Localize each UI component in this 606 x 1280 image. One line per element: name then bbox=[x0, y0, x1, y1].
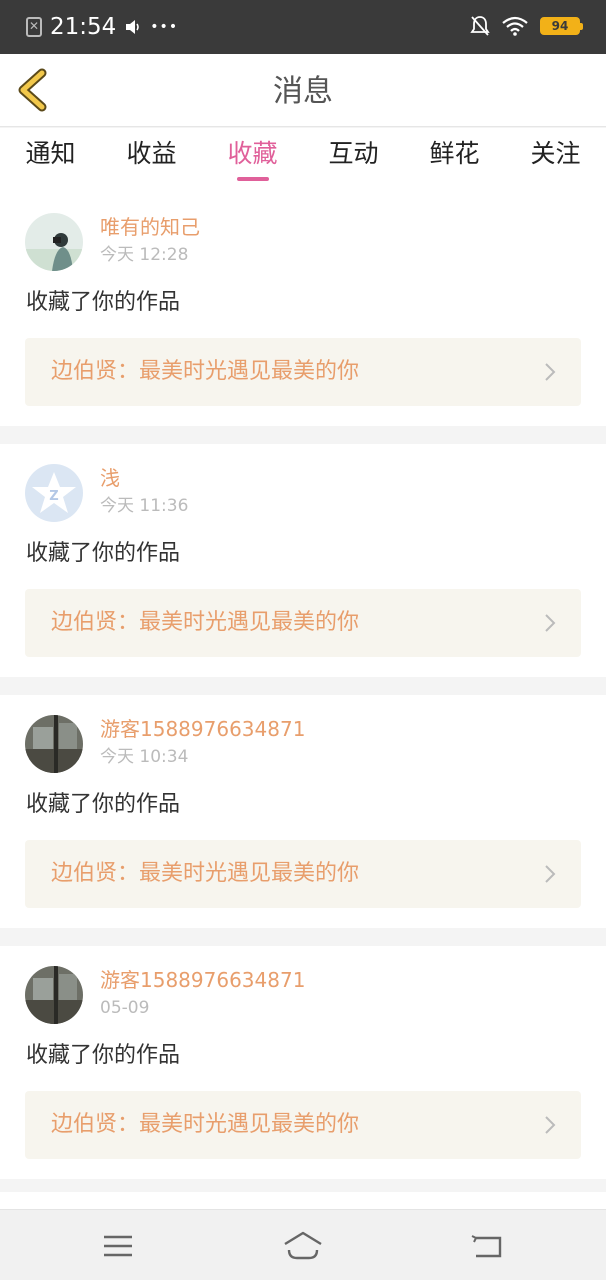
chevron-right-icon bbox=[545, 1116, 556, 1134]
message-item: 游客1588976634871 今天 10:34 收藏了你的作品 边伯贤：最美时… bbox=[0, 695, 606, 928]
photo-building-icon[interactable] bbox=[25, 715, 83, 773]
photo-building-icon[interactable] bbox=[25, 966, 83, 1024]
status-more: ••• bbox=[150, 19, 179, 35]
username[interactable]: 浅 bbox=[100, 466, 120, 490]
tab-favorites[interactable]: 收藏 bbox=[202, 128, 303, 193]
work-title: 边伯贤：最美时光遇见最美的你 bbox=[51, 359, 360, 384]
work-link[interactable]: 边伯贤：最美时光遇见最美的你 bbox=[25, 840, 581, 908]
message-item: Z 浅 今天 11:36 收藏了你的作品 边伯贤：最美时光遇见最美的你 bbox=[0, 444, 606, 677]
chevron-right-icon bbox=[545, 363, 556, 381]
message-time: 05-09 bbox=[100, 998, 150, 1018]
action-text: 收藏了你的作品 bbox=[26, 541, 181, 566]
tab-follows[interactable]: 关注 bbox=[505, 128, 606, 193]
photo-girl-icon[interactable] bbox=[25, 213, 83, 271]
work-link[interactable]: 边伯贤：最美时光遇见最美的你 bbox=[25, 1091, 581, 1159]
bell-muted-icon bbox=[470, 16, 490, 36]
tab-label: 收益 bbox=[126, 139, 177, 168]
svg-text:Z: Z bbox=[49, 489, 58, 504]
page-title: 消息 bbox=[273, 74, 333, 109]
tab-label: 通知 bbox=[25, 139, 76, 168]
chevron-right-icon bbox=[545, 865, 556, 883]
system-nav-bar bbox=[0, 1209, 606, 1280]
return-icon[interactable] bbox=[468, 1230, 508, 1262]
work-link[interactable]: 边伯贤：最美时光遇见最美的你 bbox=[25, 338, 581, 406]
username[interactable]: 游客1588976634871 bbox=[100, 968, 305, 992]
battery-indicator: 94 bbox=[540, 17, 583, 35]
work-link[interactable]: 边伯贤：最美时光遇见最美的你 bbox=[25, 589, 581, 657]
tab-interactions[interactable]: 互动 bbox=[303, 128, 404, 193]
message-item: 唯有的知己 今天 12:28 收藏了你的作品 边伯贤：最美时光遇见最美的你 bbox=[0, 193, 606, 426]
chevron-right-icon bbox=[545, 614, 556, 632]
username[interactable]: 唯有的知己 bbox=[100, 215, 200, 239]
message-item: 游客1588976634871 05-09 收藏了你的作品 边伯贤：最美时光遇见… bbox=[0, 946, 606, 1179]
work-title: 边伯贤：最美时光遇见最美的你 bbox=[51, 1112, 360, 1137]
tab-label: 关注 bbox=[530, 139, 581, 168]
message-item-partial bbox=[0, 1192, 606, 1209]
username[interactable]: 游客1588976634871 bbox=[100, 717, 305, 741]
home-icon[interactable] bbox=[283, 1230, 323, 1262]
notification-close-icon: ✕ bbox=[26, 17, 42, 37]
tab-bar: 通知 收益 收藏 互动 鲜花 关注 bbox=[0, 128, 606, 193]
tab-label: 鲜花 bbox=[429, 139, 480, 168]
action-text: 收藏了你的作品 bbox=[26, 792, 181, 817]
message-time: 今天 11:36 bbox=[100, 496, 189, 516]
tab-label: 互动 bbox=[328, 139, 379, 168]
menu-icon[interactable] bbox=[98, 1230, 138, 1262]
action-text: 收藏了你的作品 bbox=[26, 1043, 181, 1068]
message-time: 今天 10:34 bbox=[100, 747, 189, 767]
header-bar: 消息 bbox=[0, 54, 606, 127]
wifi-icon bbox=[502, 16, 528, 36]
tab-label: 收藏 bbox=[227, 139, 278, 168]
work-title: 边伯贤：最美时光遇见最美的你 bbox=[51, 861, 360, 886]
active-tab-indicator bbox=[236, 177, 269, 181]
message-time: 今天 12:28 bbox=[100, 245, 189, 265]
speaker-icon bbox=[126, 20, 140, 34]
work-title: 边伯贤：最美时光遇见最美的你 bbox=[51, 610, 360, 635]
status-bar: ✕ 21:54 ••• 94 bbox=[0, 0, 606, 54]
default-star-avatar-icon[interactable]: Z bbox=[25, 464, 83, 522]
tab-flowers[interactable]: 鲜花 bbox=[404, 128, 505, 193]
status-time: 21:54 bbox=[50, 14, 117, 40]
action-text: 收藏了你的作品 bbox=[26, 290, 181, 315]
tab-notice[interactable]: 通知 bbox=[0, 128, 101, 193]
tab-earnings[interactable]: 收益 bbox=[101, 128, 202, 193]
